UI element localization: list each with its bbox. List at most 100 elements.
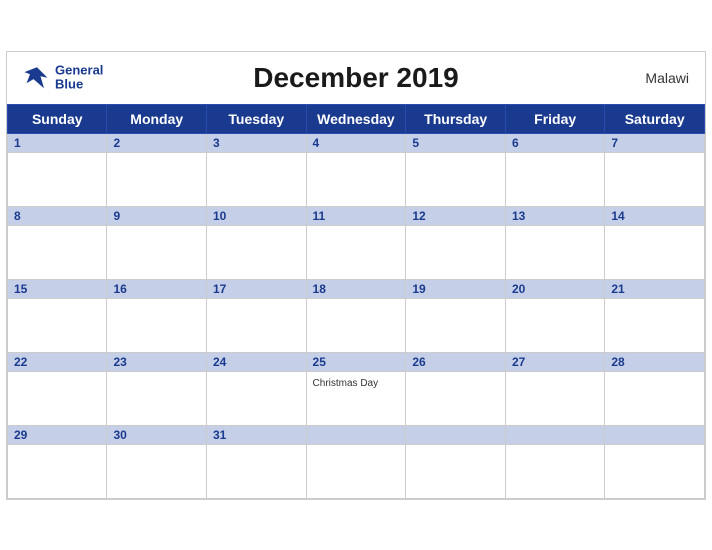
- day-number: 15: [14, 282, 100, 296]
- day-number: 23: [113, 355, 200, 369]
- table-row: [107, 298, 207, 352]
- calendar-header: General Blue December 2019 Malawi: [7, 52, 705, 104]
- table-row: 5: [406, 133, 506, 152]
- day-number: 5: [412, 136, 499, 150]
- day-number: 22: [14, 355, 100, 369]
- table-row: 10: [206, 206, 306, 225]
- table-row: 17: [206, 279, 306, 298]
- table-row: 6: [506, 133, 605, 152]
- day-number: 14: [611, 209, 698, 223]
- col-tuesday: Tuesday: [206, 104, 306, 133]
- table-row: 21: [605, 279, 705, 298]
- day-number: 19: [412, 282, 499, 296]
- week-5-content-row: [8, 444, 705, 498]
- col-sunday: Sunday: [8, 104, 107, 133]
- table-row: 7: [605, 133, 705, 152]
- day-number: 9: [113, 209, 200, 223]
- table-row: [605, 152, 705, 206]
- logo-text: General Blue: [55, 63, 103, 92]
- day-number: 21: [611, 282, 698, 296]
- table-row: 8: [8, 206, 107, 225]
- holiday-label: Christmas Day: [313, 378, 400, 389]
- table-row: [605, 225, 705, 279]
- col-monday: Monday: [107, 104, 207, 133]
- week-4-content-row: Christmas Day: [8, 371, 705, 425]
- table-row: [206, 371, 306, 425]
- table-row: 12: [406, 206, 506, 225]
- day-number: 3: [213, 136, 300, 150]
- table-row: 1: [8, 133, 107, 152]
- table-row: 29: [8, 425, 107, 444]
- day-number: 27: [512, 355, 598, 369]
- table-row: [8, 371, 107, 425]
- table-row: 30: [107, 425, 207, 444]
- week-1-number-row: 1234567: [8, 133, 705, 152]
- table-row: [107, 371, 207, 425]
- table-row: 15: [8, 279, 107, 298]
- table-row: 19: [406, 279, 506, 298]
- day-number: 1: [14, 136, 100, 150]
- table-row: 24: [206, 352, 306, 371]
- table-row: [206, 225, 306, 279]
- table-row: 28: [605, 352, 705, 371]
- table-row: [206, 298, 306, 352]
- table-row: [206, 152, 306, 206]
- table-row: 9: [107, 206, 207, 225]
- week-3-content-row: [8, 298, 705, 352]
- table-row: [605, 371, 705, 425]
- week-2-content-row: [8, 225, 705, 279]
- table-row: 4: [306, 133, 406, 152]
- table-row: 16: [107, 279, 207, 298]
- day-number: 17: [213, 282, 300, 296]
- table-row: [107, 152, 207, 206]
- calendar-table: Sunday Monday Tuesday Wednesday Thursday…: [7, 104, 705, 499]
- table-row: [506, 225, 605, 279]
- calendar: General Blue December 2019 Malawi Sunday…: [6, 51, 706, 500]
- country-label: Malawi: [645, 70, 689, 86]
- table-row: 14: [605, 206, 705, 225]
- table-row: [107, 444, 207, 498]
- table-row: [506, 298, 605, 352]
- day-number: 29: [14, 428, 100, 442]
- table-row: [406, 298, 506, 352]
- day-number: 26: [412, 355, 499, 369]
- table-row: 22: [8, 352, 107, 371]
- logo: General Blue: [23, 63, 103, 92]
- table-row: [506, 425, 605, 444]
- day-number: 6: [512, 136, 598, 150]
- week-5-number-row: 29 30 31: [8, 425, 705, 444]
- table-row: [406, 225, 506, 279]
- table-row: 11: [306, 206, 406, 225]
- table-row: [306, 444, 406, 498]
- day-number: 20: [512, 282, 598, 296]
- day-number: 16: [113, 282, 200, 296]
- table-row: 25: [306, 352, 406, 371]
- table-row: [306, 152, 406, 206]
- week-1-content-row: [8, 152, 705, 206]
- table-row: [406, 444, 506, 498]
- day-number: 12: [412, 209, 499, 223]
- table-row: [605, 444, 705, 498]
- table-row: 31: [206, 425, 306, 444]
- table-row: 27: [506, 352, 605, 371]
- week-2-number-row: 89 1011 12 13 14: [8, 206, 705, 225]
- col-friday: Friday: [506, 104, 605, 133]
- table-row: [406, 152, 506, 206]
- table-row: 13: [506, 206, 605, 225]
- table-row: 20: [506, 279, 605, 298]
- day-number: 13: [512, 209, 598, 223]
- day-number: 30: [113, 428, 200, 442]
- table-row: [306, 298, 406, 352]
- table-row: [8, 444, 107, 498]
- week-3-number-row: 15161718192021: [8, 279, 705, 298]
- table-row: [107, 225, 207, 279]
- table-row: [306, 225, 406, 279]
- table-row: [406, 425, 506, 444]
- day-number: 24: [213, 355, 300, 369]
- weekday-header-row: Sunday Monday Tuesday Wednesday Thursday…: [8, 104, 705, 133]
- table-row: [8, 225, 107, 279]
- table-row: [506, 152, 605, 206]
- week-4-number-row: 22 23 24 25 26 27 28: [8, 352, 705, 371]
- table-row: Christmas Day: [306, 371, 406, 425]
- logo-icon: [23, 64, 51, 92]
